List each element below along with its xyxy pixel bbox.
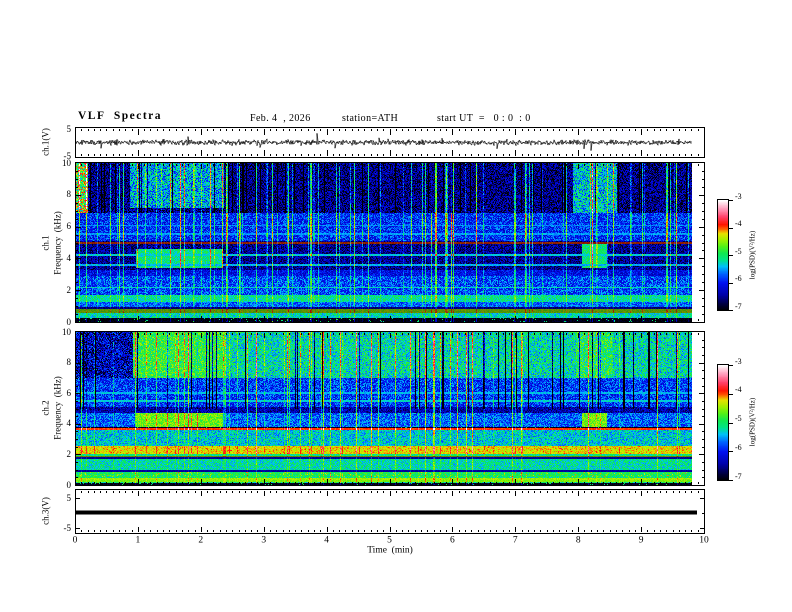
x-tick-label: 10: [699, 535, 709, 546]
ch1-spec-y-tick-label: 8: [66, 189, 72, 200]
colorbar-1-tick-label: -5: [735, 246, 742, 256]
ch2-spec-axis-label-inner: Frequency (kHz): [52, 376, 63, 440]
time-axis-label: Time (min): [367, 545, 413, 556]
ch2-spec-y-tick-label: 4: [66, 418, 72, 429]
colorbar-2-tick-label: -4: [735, 385, 742, 395]
colorbar-1-tick-label: -4: [735, 219, 742, 228]
vlf-spectra-figure: VLF Spectra Feb. 4 , 2026 station=ATH st…: [0, 0, 792, 612]
colorbar-1-label: log(PSD)(V²/Hz): [748, 230, 757, 280]
x-tick-label: 0: [72, 535, 78, 546]
ch2-spec-y-tick-label: 8: [66, 357, 72, 368]
ch2-spec-y-tick-label: 0: [66, 479, 72, 490]
colorbar-2-tick-label: -3: [735, 356, 742, 366]
colorbar-1-tick-label: -7: [735, 301, 742, 311]
colorbar-1-tick-label: -3: [735, 191, 742, 201]
colorbar-1-tick-label: -6: [735, 274, 742, 283]
x-tick-label: 9: [638, 535, 644, 546]
x-tick-label: 7: [512, 535, 518, 546]
colorbar-2-tick-label: -5: [735, 414, 742, 423]
ch3-y-tick-label: -5: [63, 522, 72, 533]
ch1-spec-y-tick-label: 0: [66, 316, 72, 327]
ch1-wave-y-tick-label: 5: [66, 123, 72, 134]
colorbar-2-tick-label: -7: [735, 471, 742, 481]
axes-overlay: [0, 0, 792, 612]
ch3-y-tick-label: 5: [66, 492, 72, 503]
colorbar-2-label: log(PSD)(V²/Hz): [748, 397, 757, 447]
ch1-spec-axis-label-inner: Frequency (kHz): [52, 211, 63, 275]
x-tick-label: 1: [135, 535, 141, 546]
x-tick-label: 3: [261, 535, 267, 546]
x-tick-label: 5: [387, 535, 392, 546]
ch1-spec-y-tick-label: 6: [66, 221, 72, 232]
ch2-spec-axis-label-outer: ch.2: [40, 400, 51, 416]
x-tick-label: 4: [324, 535, 329, 546]
ch2-spec-y-tick-label: 10: [62, 326, 71, 337]
x-tick-label: 6: [450, 535, 455, 546]
ch1-spec-axis-label-outer: ch.1: [40, 235, 51, 251]
ch1-spec-y-tick-label: 4: [66, 252, 72, 263]
ch1-spec-y-tick-label: 2: [66, 284, 72, 295]
x-tick-label: 2: [198, 535, 204, 546]
ch1-wave-y-tick-label: -5: [63, 150, 72, 161]
colorbar-2-tick-label: -6: [735, 442, 742, 452]
x-tick-label: 8: [575, 535, 581, 546]
ch2-spec-y-tick-label: 2: [66, 448, 72, 459]
ch2-spec-y-tick-label: 6: [66, 387, 72, 398]
